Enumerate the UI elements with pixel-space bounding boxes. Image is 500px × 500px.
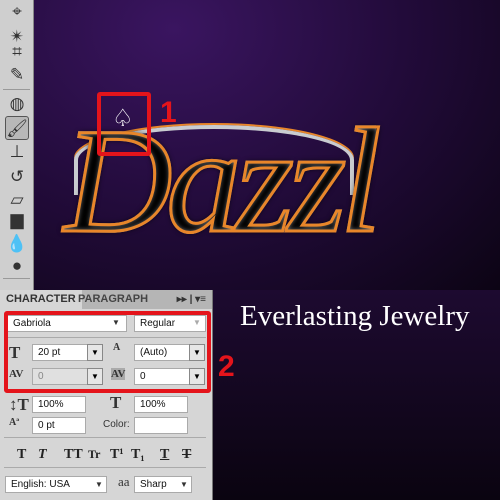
- eyedropper-icon[interactable]: ✎: [5, 63, 29, 87]
- faux-bold-button[interactable]: T: [17, 447, 26, 463]
- color-label: Color:: [103, 419, 130, 430]
- all-caps-button[interactable]: TT: [64, 447, 83, 463]
- horizontal-scale-icon: T: [110, 393, 122, 412]
- annotation-number-2: 2: [218, 350, 235, 383]
- tab-character[interactable]: CHARACTER: [0, 290, 82, 309]
- crop-icon[interactable]: ⌗: [5, 40, 29, 64]
- annotation-box-2: [4, 311, 211, 393]
- divider: [4, 467, 206, 468]
- vertical-scale-icon: ↕T: [9, 395, 29, 414]
- lasso-icon[interactable]: ⌖: [5, 0, 29, 24]
- subscript-button[interactable]: T₁: [131, 447, 145, 463]
- chevron-down-icon: ▼: [180, 480, 188, 489]
- underline-button[interactable]: T: [160, 447, 169, 463]
- antialias-icon: aa: [118, 474, 130, 489]
- healing-brush-icon[interactable]: ◍: [5, 92, 29, 116]
- faux-italic-button[interactable]: T: [38, 447, 47, 463]
- toolbar-divider: [3, 278, 30, 279]
- horizontal-scale-input[interactable]: 100%: [134, 396, 188, 413]
- language-select[interactable]: English: USA: [5, 476, 107, 493]
- tab-paragraph[interactable]: PARAGRAPH: [72, 290, 154, 309]
- color-swatch[interactable]: [134, 417, 188, 434]
- strikethrough-button[interactable]: T: [182, 447, 191, 463]
- tagline-text: Everlasting Jewelry: [240, 300, 470, 332]
- gradient-icon[interactable]: ▆: [5, 208, 29, 232]
- annotation-number-1: 1: [160, 96, 177, 129]
- dodge-icon[interactable]: ●: [5, 254, 29, 278]
- panel-menu-button[interactable]: ▸▸ | ▾≡: [177, 290, 206, 309]
- clone-stamp-icon[interactable]: ⊥: [5, 140, 29, 164]
- baseline-shift-icon: Aª: [9, 417, 20, 428]
- toolbar-divider: [3, 89, 30, 90]
- history-brush-icon[interactable]: ↺: [5, 165, 29, 189]
- panel-tabs: CHARACTER PARAGRAPH ▸▸ | ▾≡: [0, 290, 212, 309]
- divider: [4, 437, 206, 438]
- chevron-down-icon: ▼: [95, 480, 103, 489]
- annotation-box-1: [97, 92, 151, 156]
- baseline-shift-input[interactable]: 0 pt: [32, 417, 86, 434]
- superscript-button[interactable]: T¹: [110, 447, 124, 463]
- vertical-scale-input[interactable]: 100%: [32, 396, 86, 413]
- blur-icon[interactable]: 💧: [5, 232, 29, 256]
- small-caps-button[interactable]: Tr: [88, 447, 100, 462]
- brush-icon[interactable]: 🖌: [5, 116, 29, 140]
- tools-panel: ⌖ ✴ ⌗ ✎ ◍ 🖌 ⊥ ↺ ▱ ▆ 💧 ●: [0, 0, 34, 290]
